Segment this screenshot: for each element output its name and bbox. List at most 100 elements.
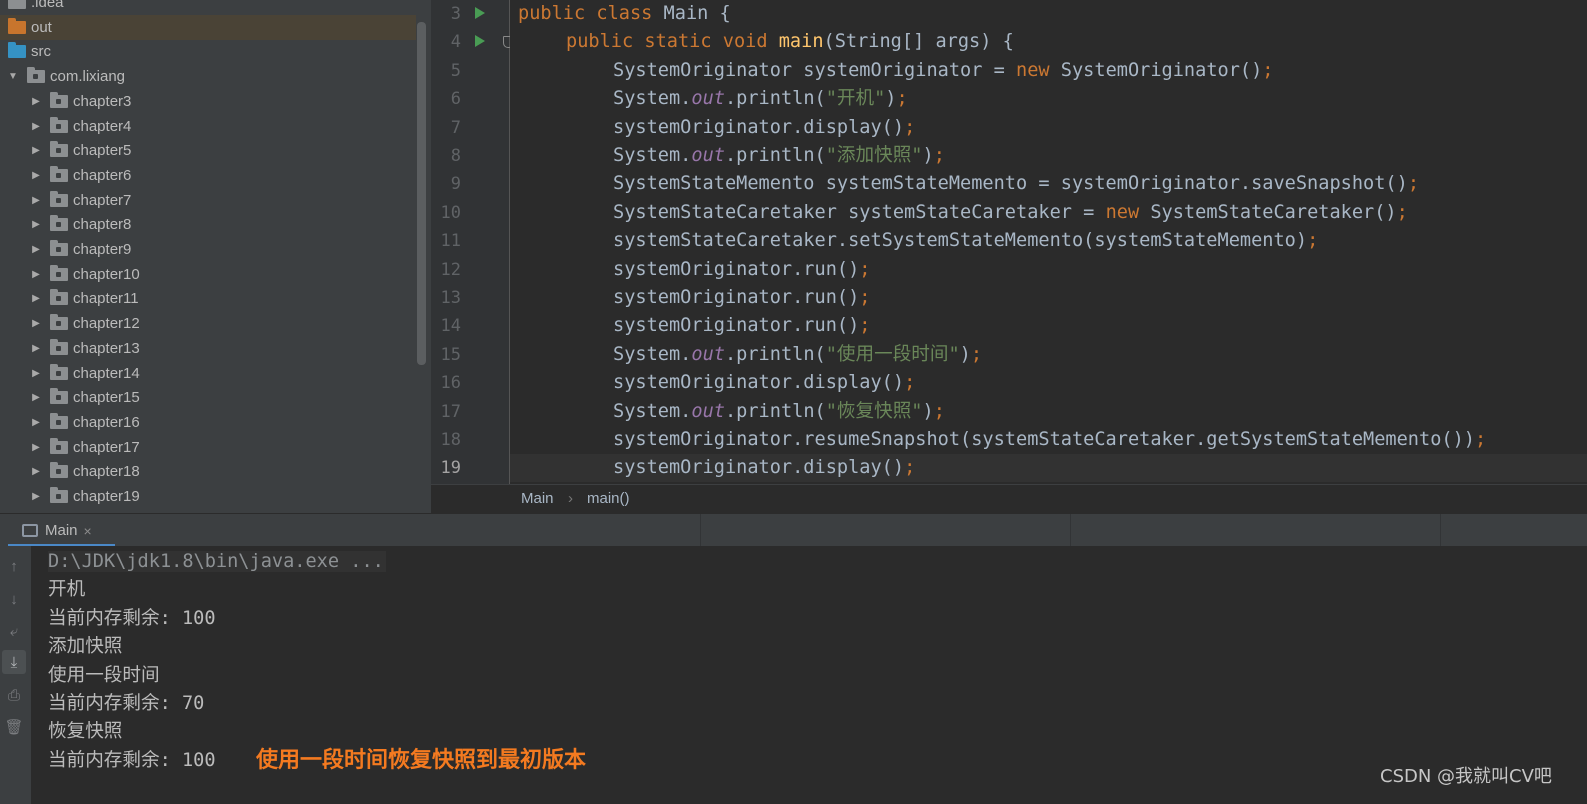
console-line: D:\JDK\jdk1.8\bin\java.exe ... [48,551,386,572]
tree-item-chapter[interactable]: ▶ chapter5 [0,138,416,163]
tree-item-chapter[interactable]: ▶ chapter7 [0,188,416,213]
code-line: public static void main(String[] args) { [566,31,1014,53]
chevron-right-icon[interactable]: ▶ [30,368,42,379]
tree-item-com-lixiang[interactable]: ▼ com.lixiang [0,64,416,89]
run-main-icon[interactable] [475,35,485,47]
chevron-right-icon[interactable]: ▶ [30,466,42,477]
tree-item-chapter[interactable]: ▶ chapter3 [0,89,416,114]
code-line: SystemStateMemento systemStateMemento = … [613,173,1420,195]
chevron-right-icon[interactable]: ▶ [30,392,42,403]
package-icon [50,215,68,232]
tree-item-chapter[interactable]: ▶ chapter10 [0,262,416,287]
tree-item-label: chapter16 [73,413,140,431]
code-line: SystemStateCaretaker systemStateCaretake… [613,201,1408,223]
tree-item-chapter[interactable]: ▶ chapter9 [0,237,416,262]
tree-item-label: chapter5 [73,142,132,160]
chevron-right-icon[interactable]: ▶ [30,96,42,107]
tree-item-label: chapter3 [73,92,132,110]
folder-src-icon [8,41,26,58]
run-toolbar: ↑ ↓ ⤶ ⤓ ⎙ 🗑 [0,546,31,804]
tree-item-out[interactable]: out [0,15,416,40]
tree-item-label: chapter15 [73,389,140,407]
line-number: 14 [440,316,461,337]
breadcrumb-method[interactable]: main() [587,490,630,507]
tree-scrollbar[interactable] [417,22,426,365]
package-icon [50,412,68,429]
tree-item-chapter[interactable]: ▶ chapter14 [0,361,416,386]
tree-item-chapter[interactable]: ▶ chapter19 [0,484,416,509]
code-line: systemStateCaretaker.setSystemStateMemen… [613,230,1319,252]
tree-item-label: chapter6 [73,166,132,184]
chevron-right-icon[interactable]: ▶ [30,170,42,181]
tree-item-chapter[interactable]: ▶ chapter16 [0,410,416,435]
tree-item-chapter[interactable]: ▶ chapter12 [0,311,416,336]
close-icon[interactable]: × [84,523,92,539]
chevron-right-icon[interactable]: ▶ [30,219,42,230]
line-number: 15 [440,344,461,365]
console-line: 恢复快照 [48,721,123,743]
tree-item-chapter[interactable]: ▶ chapter17 [0,435,416,460]
divider [700,514,701,547]
package-icon [50,388,68,405]
chevron-right-icon[interactable]: ▶ [30,293,42,304]
tree-item-label: chapter9 [73,241,132,259]
tree-item-chapter[interactable]: ▶ chapter11 [0,287,416,312]
tab-label: Main [45,522,78,539]
run-tab-bar: Main × [0,513,1587,547]
tab-main[interactable]: Main × [8,514,115,547]
tree-item-chapter[interactable]: ▶ chapter15 [0,385,416,410]
code-editor[interactable]: public class Main { public static void m… [510,0,1587,484]
chevron-right-icon[interactable]: ▶ [30,417,42,428]
tree-item-chapter[interactable]: ▶ chapter8 [0,213,416,238]
line-number: 19 [440,458,461,479]
package-icon [50,91,68,108]
tree-item-label: chapter19 [73,488,140,506]
package-icon [50,314,68,331]
tree-item-chapter[interactable]: ▶ chapter18 [0,460,416,485]
print-icon[interactable]: ⎙ [2,683,26,707]
breadcrumb: Main › main() [431,484,1587,513]
line-number: 6 [450,89,461,110]
line-number: 5 [450,60,461,81]
chevron-right-icon[interactable]: ▶ [30,244,42,255]
trash-icon[interactable]: 🗑 [2,715,26,739]
tree-item-chapter[interactable]: ▶ chapter6 [0,163,416,188]
chevron-right-icon[interactable]: ▶ [30,442,42,453]
console-line: 使用一段时间 [48,664,160,686]
code-line: System.out.println("恢复快照"); [613,400,945,422]
tree-item-label: out [31,18,52,36]
code-line: System.out.println("添加快照"); [613,145,945,166]
breadcrumb-class[interactable]: Main [521,490,554,507]
chevron-right-icon[interactable]: ▶ [30,145,42,156]
code-line: systemOriginator.run(); [613,315,871,337]
tree-item-label: chapter4 [73,117,132,135]
chevron-right-icon[interactable]: ▶ [30,195,42,206]
run-class-icon[interactable] [475,7,485,19]
tree-item-chapter[interactable]: ▶ chapter4 [0,114,416,139]
divider [1070,514,1071,547]
code-line: systemOriginator.run(); [613,258,871,280]
chevron-right-icon[interactable]: ▶ [30,121,42,132]
tree-item-label: src [31,42,51,60]
package-icon [50,363,68,380]
chevron-right-icon[interactable]: ▶ [30,318,42,329]
chevron-down-icon[interactable]: ▼ [7,71,19,82]
code-line: systemOriginator.run(); [613,287,871,308]
tree-item-idea[interactable]: .idea [0,0,416,15]
chevron-right-icon[interactable]: ▶ [30,343,42,354]
tree-item-label: chapter12 [73,315,140,333]
tree-item-src[interactable]: src [0,39,416,64]
down-arrow-icon[interactable]: ↓ [2,587,26,611]
package-icon [50,190,68,207]
soft-wrap-icon[interactable]: ⤶ [2,619,26,643]
code-line: public class Main { [518,3,731,24]
chevron-right-icon[interactable]: ▶ [30,491,42,502]
console-line: 当前内存剩余: 100 [48,607,216,629]
tree-item-chapter[interactable]: ▶ chapter13 [0,336,416,361]
folder-out-icon [8,17,26,34]
line-number: 11 [440,231,461,252]
chevron-right-icon[interactable]: ▶ [30,269,42,280]
line-number: 4 [450,32,461,53]
up-arrow-icon[interactable]: ↑ [2,554,26,578]
scroll-to-end-icon[interactable]: ⤓ [2,650,26,674]
